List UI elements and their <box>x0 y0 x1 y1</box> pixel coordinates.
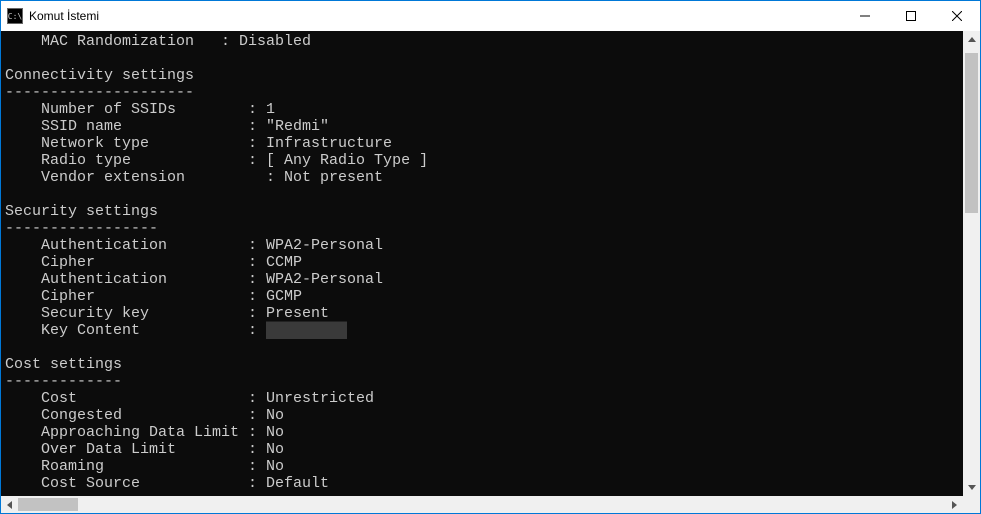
scroll-down-button[interactable] <box>963 479 980 496</box>
window-titlebar[interactable]: C:\ Komut İstemi <box>1 1 980 31</box>
scroll-track-horizontal[interactable] <box>18 496 946 513</box>
terminal-output[interactable]: MAC Randomization : Disabled Connectivit… <box>1 31 963 496</box>
scrollbar-corner <box>963 496 980 513</box>
app-icon: C:\ <box>7 8 23 24</box>
scroll-up-button[interactable] <box>963 31 980 48</box>
window-title: Komut İstemi <box>29 9 99 23</box>
vertical-scrollbar[interactable] <box>963 31 980 496</box>
horizontal-scrollbar[interactable] <box>1 496 980 513</box>
minimize-button[interactable] <box>842 1 888 31</box>
maximize-button[interactable] <box>888 1 934 31</box>
scroll-track-vertical[interactable] <box>963 48 980 479</box>
scroll-thumb-horizontal[interactable] <box>18 498 78 511</box>
scroll-left-button[interactable] <box>1 496 18 513</box>
close-button[interactable] <box>934 1 980 31</box>
scroll-right-button[interactable] <box>946 496 963 513</box>
scroll-thumb-vertical[interactable] <box>965 53 978 213</box>
